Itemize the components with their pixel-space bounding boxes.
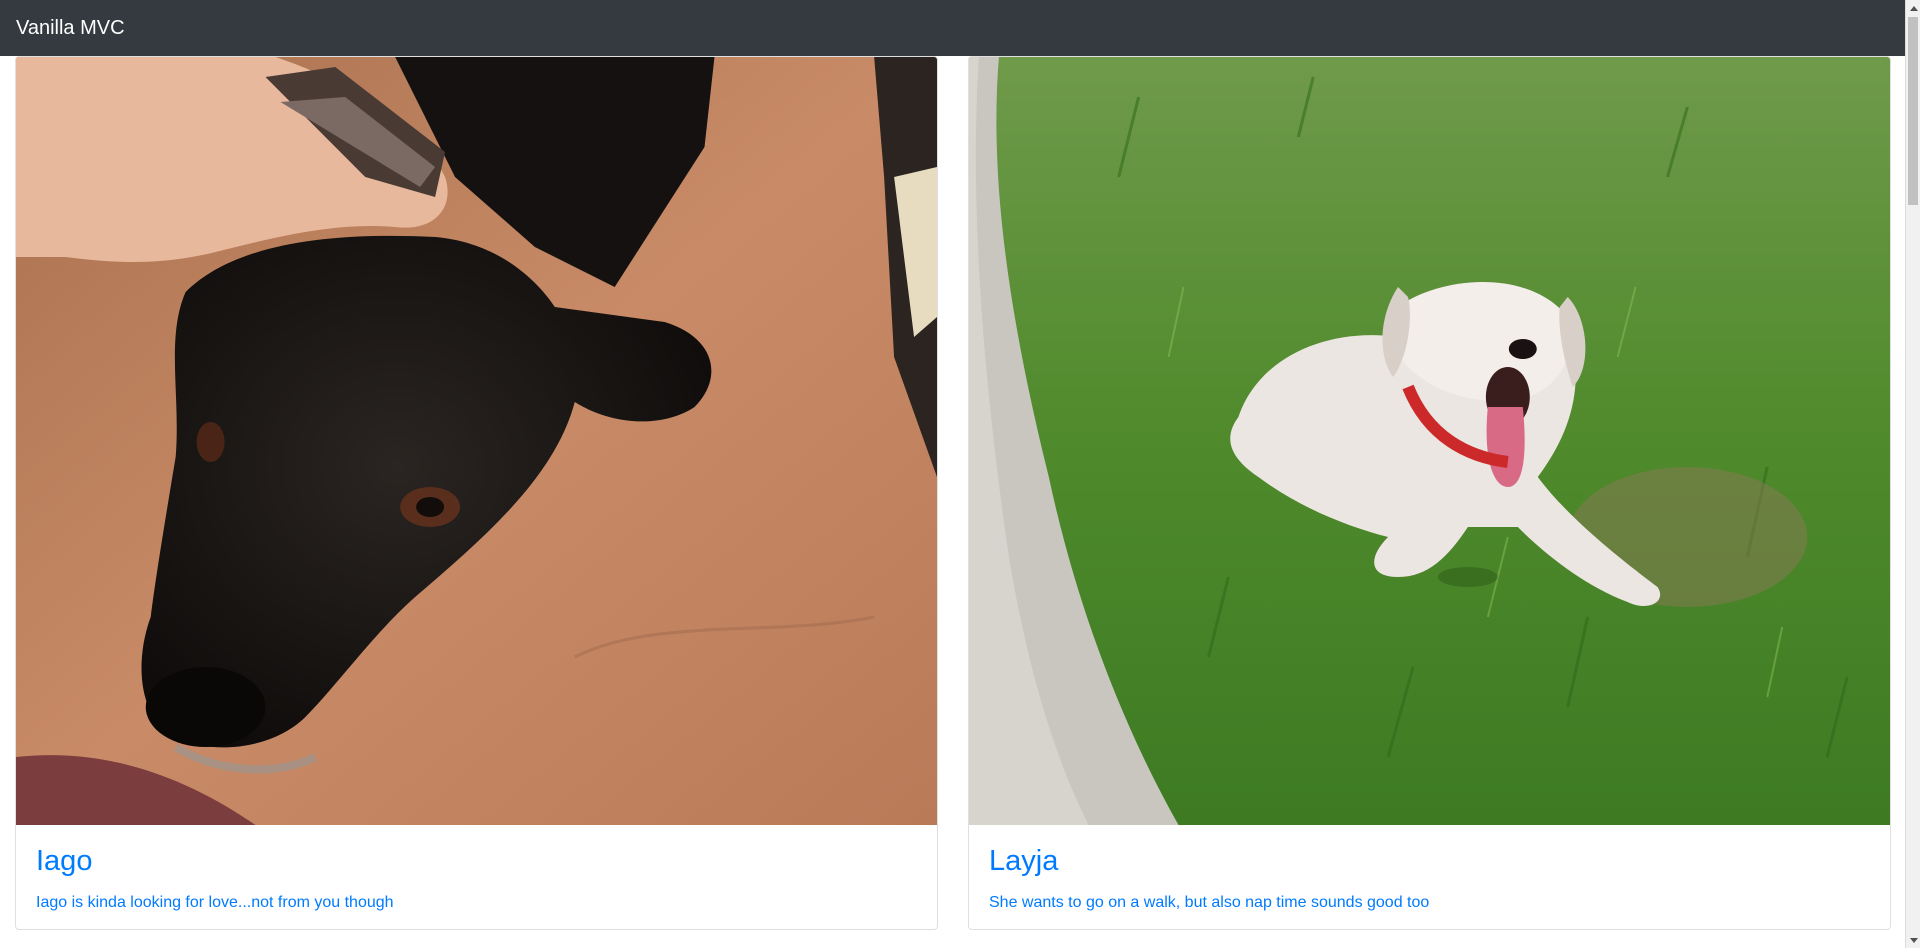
navbar: Vanilla MVC xyxy=(0,0,1905,56)
pet-photo-iago[interactable] xyxy=(16,57,937,825)
pet-description: She wants to go on a walk, but also nap … xyxy=(989,894,1430,912)
pet-card[interactable]: Layja She wants to go on a walk, but als… xyxy=(968,56,1891,930)
black-dog-photo xyxy=(16,57,937,825)
pet-name-link[interactable]: Layja xyxy=(989,845,1870,878)
scroll-down-arrow-icon[interactable] xyxy=(1906,933,1920,948)
pet-name-link[interactable]: Iago xyxy=(36,845,917,878)
scrollbar-thumb[interactable] xyxy=(1908,17,1918,205)
scroll-up-arrow-icon[interactable] xyxy=(1906,0,1920,15)
navbar-brand[interactable]: Vanilla MVC xyxy=(16,18,125,38)
white-dog-photo xyxy=(969,57,1890,825)
card-body: Layja She wants to go on a walk, but als… xyxy=(969,825,1890,915)
vertical-scrollbar[interactable] xyxy=(1905,0,1920,948)
pet-card[interactable]: Iago Iago is kinda looking for love...no… xyxy=(15,56,938,930)
card-body: Iago Iago is kinda looking for love...no… xyxy=(16,825,937,915)
pet-description: Iago is kinda looking for love...not fro… xyxy=(36,894,394,912)
pet-photo-layja[interactable] xyxy=(969,57,1890,825)
